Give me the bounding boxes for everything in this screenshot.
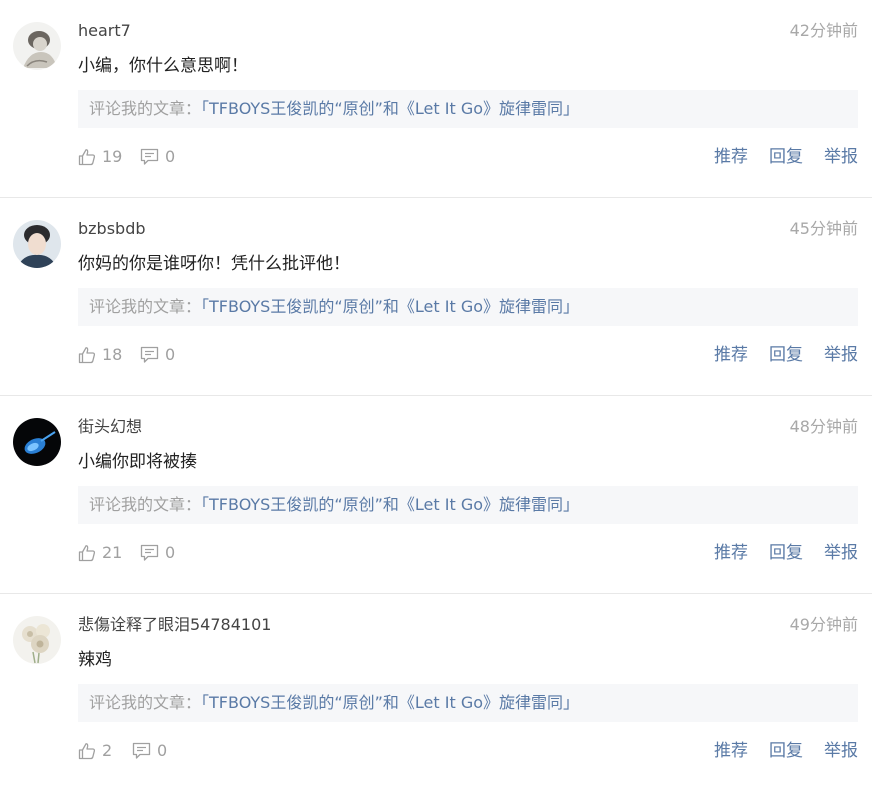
avatar-young-man-icon — [13, 220, 61, 268]
reply-count: 0 — [165, 147, 176, 166]
avatar[interactable] — [13, 220, 61, 268]
avatar[interactable] — [13, 22, 61, 70]
reply-count-button[interactable]: 0 — [132, 741, 167, 761]
article-prefix: 评论我的文章： — [89, 99, 202, 118]
username[interactable]: 悲傷诠释了眼泪54784101 — [78, 615, 271, 635]
avatar-flower-bouquet-icon — [13, 616, 61, 664]
action-bar: 18 0 推荐 回复 举报 — [78, 345, 858, 365]
reply-count: 0 — [157, 741, 168, 760]
comment-item: bzbsbdb 45分钟前 你妈的你是谁呀你！凭什么批评他！ 评论我的文章：「T… — [0, 198, 872, 396]
comment-item: heart7 42分钟前 小编，你什么意思啊！ 评论我的文章：「TFBOYS王俊… — [0, 0, 872, 198]
like-button[interactable]: 21 — [78, 543, 122, 563]
article-reference: 评论我的文章：「TFBOYS王俊凯的“原创”和《Let It Go》旋律雷同」 — [78, 486, 858, 524]
action-bar: 2 0 推荐 回复 举报 — [78, 741, 858, 761]
reply-button[interactable]: 回复 — [769, 147, 803, 167]
thumbs-up-icon — [78, 149, 96, 166]
like-count: 2 — [102, 741, 113, 760]
reply-count-button[interactable]: 0 — [140, 543, 175, 563]
recommend-button[interactable]: 推荐 — [714, 147, 748, 167]
avatar-sketch-girl-icon — [13, 22, 61, 70]
username[interactable]: 街头幻想 — [78, 417, 142, 437]
comment-bubble-icon — [140, 148, 159, 165]
like-button[interactable]: 18 — [78, 345, 122, 365]
reply-count: 0 — [165, 345, 176, 364]
reply-count-button[interactable]: 0 — [140, 147, 175, 167]
article-reference: 评论我的文章：「TFBOYS王俊凯的“原创”和《Let It Go》旋律雷同」 — [78, 288, 858, 326]
article-link[interactable]: 「TFBOYS王俊凯的“原创”和《Let It Go》旋律雷同」 — [201, 99, 579, 118]
like-count: 21 — [102, 543, 123, 562]
avatar-blue-violin-icon — [13, 418, 61, 466]
article-reference: 评论我的文章：「TFBOYS王俊凯的“原创”和《Let It Go》旋律雷同」 — [78, 90, 858, 128]
article-prefix: 评论我的文章： — [89, 297, 202, 316]
article-reference: 评论我的文章：「TFBOYS王俊凯的“原创”和《Let It Go》旋律雷同」 — [78, 684, 858, 722]
reply-button[interactable]: 回复 — [769, 543, 803, 563]
like-count: 18 — [102, 345, 123, 364]
reply-button[interactable]: 回复 — [769, 345, 803, 365]
thumbs-up-icon — [78, 743, 96, 760]
comment-item: 悲傷诠释了眼泪54784101 49分钟前 辣鸡 评论我的文章：「TFBOYS王… — [0, 594, 872, 792]
like-button[interactable]: 19 — [78, 147, 122, 167]
reply-count-button[interactable]: 0 — [140, 345, 175, 365]
report-button[interactable]: 举报 — [824, 147, 858, 167]
article-prefix: 评论我的文章： — [89, 495, 202, 514]
timestamp: 42分钟前 — [789, 21, 858, 40]
action-bar: 19 0 推荐 回复 举报 — [78, 147, 858, 167]
article-link[interactable]: 「TFBOYS王俊凯的“原创”和《Let It Go》旋律雷同」 — [201, 297, 579, 316]
recommend-button[interactable]: 推荐 — [714, 543, 748, 563]
thumbs-up-icon — [78, 347, 96, 364]
comment-text: 小编，你什么意思啊！ — [78, 56, 248, 76]
timestamp: 45分钟前 — [789, 219, 858, 238]
comment-item: 街头幻想 48分钟前 小编你即将被揍 评论我的文章：「TFBOYS王俊凯的“原创… — [0, 396, 872, 594]
article-link[interactable]: 「TFBOYS王俊凯的“原创”和《Let It Go》旋律雷同」 — [201, 693, 579, 712]
comment-bubble-icon — [140, 346, 159, 363]
reply-button[interactable]: 回复 — [769, 741, 803, 761]
avatar[interactable] — [13, 616, 61, 664]
reply-count: 0 — [165, 543, 176, 562]
recommend-button[interactable]: 推荐 — [714, 345, 748, 365]
report-button[interactable]: 举报 — [824, 543, 858, 563]
username[interactable]: bzbsbdb — [78, 219, 146, 239]
comment-text: 辣鸡 — [78, 650, 112, 670]
like-button[interactable]: 2 — [78, 741, 112, 761]
timestamp: 48分钟前 — [789, 417, 858, 436]
recommend-button[interactable]: 推荐 — [714, 741, 748, 761]
article-link[interactable]: 「TFBOYS王俊凯的“原创”和《Let It Go》旋律雷同」 — [201, 495, 579, 514]
report-button[interactable]: 举报 — [824, 345, 858, 365]
comment-bubble-icon — [132, 742, 151, 759]
username[interactable]: heart7 — [78, 21, 131, 41]
timestamp: 49分钟前 — [789, 615, 858, 634]
comment-text: 小编你即将被揍 — [78, 452, 197, 472]
report-button[interactable]: 举报 — [824, 741, 858, 761]
thumbs-up-icon — [78, 545, 96, 562]
avatar[interactable] — [13, 418, 61, 466]
like-count: 19 — [102, 147, 123, 166]
comment-bubble-icon — [140, 544, 159, 561]
comment-text: 你妈的你是谁呀你！凭什么批评他！ — [78, 254, 350, 274]
action-bar: 21 0 推荐 回复 举报 — [78, 543, 858, 563]
article-prefix: 评论我的文章： — [89, 693, 202, 712]
